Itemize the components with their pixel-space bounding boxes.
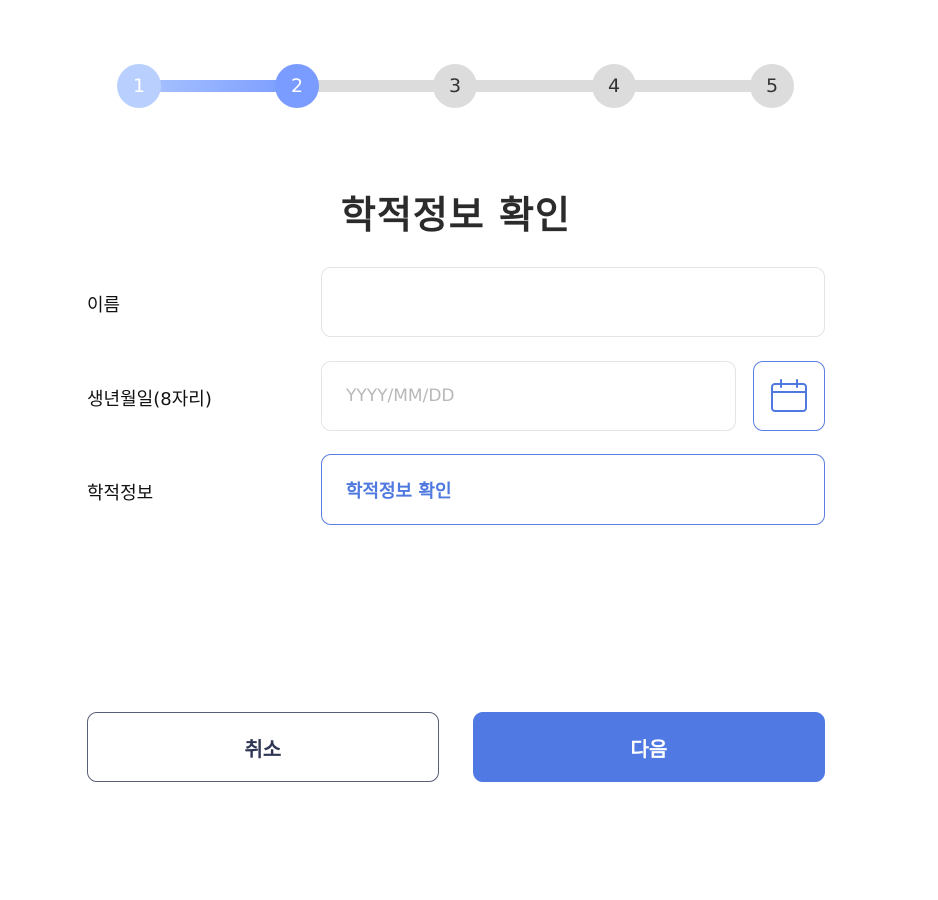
calendar-button[interactable] <box>753 361 825 431</box>
progress-stepper: 1 2 3 4 5 <box>0 0 938 130</box>
next-button[interactable]: 다음 <box>473 712 825 782</box>
name-input[interactable] <box>321 267 825 337</box>
step-3: 3 <box>433 64 477 108</box>
name-label: 이름 <box>87 295 121 316</box>
birthdate-label: 생년월일(8자리) <box>87 389 212 410</box>
stepper-track-remaining <box>297 80 771 92</box>
birthdate-input[interactable] <box>321 361 736 431</box>
academic-verify-button[interactable]: 학적정보 확인 <box>321 454 825 525</box>
page-title: 학적정보 확인 <box>341 193 571 237</box>
step-1: 1 <box>117 64 161 108</box>
stepper-track-completed <box>139 80 297 92</box>
calendar-icon <box>771 379 807 412</box>
step-5: 5 <box>750 64 794 108</box>
step-4: 4 <box>592 64 636 108</box>
step-2: 2 <box>275 64 319 108</box>
cancel-button[interactable]: 취소 <box>87 712 439 782</box>
academic-info-label: 학적정보 <box>87 483 154 504</box>
